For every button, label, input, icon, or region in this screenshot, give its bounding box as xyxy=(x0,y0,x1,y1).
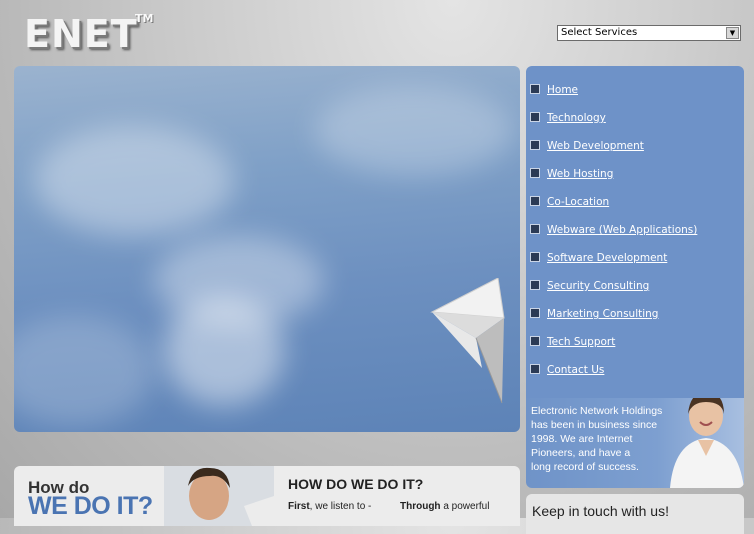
nav-item-label: Marketing Consulting xyxy=(547,308,659,320)
nav-item-technology[interactable]: Technology xyxy=(530,111,606,125)
arrow-bullet-icon xyxy=(530,252,540,262)
promo-line: Pioneers, and have a xyxy=(531,447,631,459)
how-we-do-it-section: How do WE DO IT? HOW DO WE DO IT? First,… xyxy=(14,466,520,526)
nav-item-label: Software Development xyxy=(547,252,668,264)
nav-item-web-development[interactable]: Web Development xyxy=(530,139,644,153)
nav-item-label: Webware (Web Applications) xyxy=(547,224,698,236)
promo-line: Electronic Network Holdings xyxy=(531,405,663,417)
how-first-rest: , we listen to - xyxy=(309,501,372,512)
nav-item-contact-us[interactable]: Contact Us xyxy=(530,363,604,377)
arrow-bullet-icon xyxy=(530,336,540,346)
smiling-woman-image xyxy=(670,398,744,488)
nav-item-tech-support[interactable]: Tech Support xyxy=(530,335,615,349)
nav-item-software-development[interactable]: Software Development xyxy=(530,251,667,265)
arrow-bullet-icon xyxy=(530,308,540,318)
select-services-dropdown[interactable]: Select Services ▼ xyxy=(557,25,741,41)
how-through-text: Through a powerful xyxy=(400,501,489,512)
we-do-it-title: WE DO IT? xyxy=(28,492,153,520)
promo-line: long record of success. xyxy=(531,461,639,473)
hero-image xyxy=(14,66,520,432)
nav-item-label: Technology xyxy=(547,112,606,124)
arrow-bullet-icon xyxy=(530,364,540,374)
arrow-bullet-icon xyxy=(530,84,540,94)
arrow-bullet-icon xyxy=(530,280,540,290)
arrow-bullet-icon xyxy=(530,168,540,178)
arrow-bullet-icon xyxy=(530,196,540,206)
company-promo: Electronic Network Holdings has been in … xyxy=(526,398,744,488)
nav-item-label: Home xyxy=(547,84,579,96)
nav-item-label: Tech Support xyxy=(547,336,616,348)
promo-line: 1998. We are Internet xyxy=(531,433,633,445)
promo-line: has been in business since xyxy=(531,419,658,431)
keep-in-touch-title: Keep in touch with us! xyxy=(532,503,669,519)
nav-item-home[interactable]: Home xyxy=(530,83,578,97)
arrow-bullet-icon xyxy=(530,112,540,122)
nav-item-marketing-consulting[interactable]: Marketing Consulting xyxy=(530,307,658,321)
how-through-bold: Through xyxy=(400,501,441,512)
nav-item-webware[interactable]: Webware (Web Applications) xyxy=(530,223,697,237)
paper-plane-image xyxy=(430,278,505,404)
nav-item-label: Web Development xyxy=(547,140,644,152)
logo[interactable]: ENET xyxy=(24,12,138,56)
nav-item-label: Co-Location xyxy=(547,196,610,208)
nav-item-label: Contact Us xyxy=(547,364,605,376)
arrow-bullet-icon xyxy=(530,140,540,150)
nav-item-web-hosting[interactable]: Web Hosting xyxy=(530,167,613,181)
nav-item-co-location[interactable]: Co-Location xyxy=(530,195,609,209)
nav-item-security-consulting[interactable]: Security Consulting xyxy=(530,279,649,293)
nav-item-label: Web Hosting xyxy=(547,168,614,180)
arrow-bullet-icon xyxy=(530,224,540,234)
how-heading: HOW DO WE DO IT? xyxy=(288,476,424,492)
how-first-text: First, we listen to - xyxy=(288,501,371,512)
nav-item-label: Security Consulting xyxy=(547,280,650,292)
trademark-mark: TM xyxy=(135,12,154,25)
select-services-value: Select Services xyxy=(561,27,638,38)
businessman-image xyxy=(164,466,274,526)
how-through-rest: a powerful xyxy=(440,501,490,512)
promo-text: Electronic Network Holdings has been in … xyxy=(531,404,671,474)
how-first-bold: First xyxy=(288,501,310,512)
keep-in-touch-box: Keep in touch with us! xyxy=(526,494,744,534)
services-nav: Home Technology Web Development Web Host… xyxy=(526,66,744,398)
chevron-down-icon[interactable]: ▼ xyxy=(726,27,739,39)
